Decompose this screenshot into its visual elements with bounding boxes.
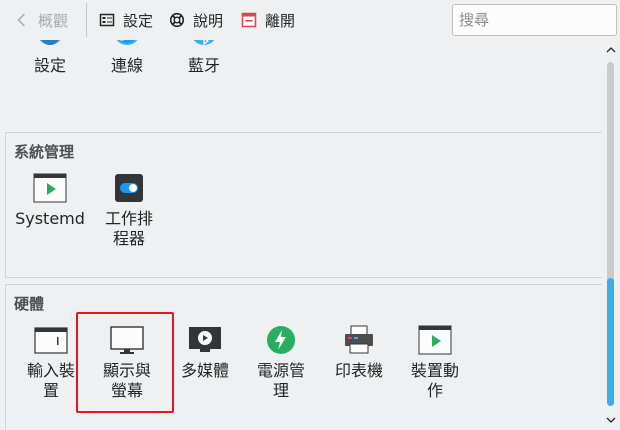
help-label: 說明	[193, 11, 224, 30]
device-actions-icon	[418, 325, 452, 355]
chevron-left-icon	[17, 13, 26, 27]
module-bluetooth[interactable]: 藍牙	[166, 40, 242, 76]
module-label-line1: 裝置動	[410, 361, 459, 380]
section-title: 系統管理	[14, 143, 75, 161]
module-multimedia[interactable]: 多媒體	[167, 325, 243, 381]
module-label-line2: 理	[272, 381, 289, 400]
section-title: 硬體	[14, 295, 45, 313]
printer-icon	[342, 325, 376, 355]
multimedia-icon	[188, 325, 222, 355]
back-button[interactable]: 概觀	[0, 0, 86, 40]
back-label: 概觀	[38, 11, 69, 30]
quit-button[interactable]: 離開	[235, 0, 301, 40]
module-label: Systemd	[15, 209, 85, 228]
systemd-window-icon	[33, 173, 67, 203]
configure-icon	[99, 13, 115, 27]
vertical-scrollbar[interactable]	[602, 40, 620, 430]
annotation-highlight-box	[76, 312, 174, 413]
help-lifebuoy-icon	[169, 12, 185, 28]
scrollbar-thumb[interactable]	[607, 278, 614, 406]
help-button[interactable]: 說明	[163, 0, 229, 40]
scroll-down-arrow-icon[interactable]	[606, 415, 616, 425]
module-printers[interactable]: 印表機	[321, 325, 397, 381]
module-task-scheduler[interactable]: 工作排 程器	[91, 173, 167, 249]
module-label: 連線	[110, 56, 143, 75]
input-devices-icon	[34, 325, 68, 355]
quit-label: 離開	[265, 11, 296, 30]
task-scheduler-toggle-icon	[112, 173, 146, 203]
module-connections[interactable]: 連線	[89, 40, 165, 76]
bluetooth-icon	[187, 40, 221, 50]
module-label-line1: 工作排	[104, 209, 153, 228]
module-systemd[interactable]: Systemd	[12, 173, 88, 229]
module-label-line1: 印表機	[334, 361, 383, 380]
power-management-icon	[264, 325, 298, 355]
search-input[interactable]	[452, 4, 617, 36]
network-globe-icon	[110, 40, 144, 50]
settings-button[interactable]: 設定	[93, 0, 159, 40]
settings-label: 設定	[123, 11, 154, 30]
module-label-line2: 程器	[112, 229, 145, 248]
module-label: 設定	[33, 56, 66, 75]
toolbar: 概觀 設定 說明 離開	[0, 0, 620, 40]
section-system-admin: 系統管理 Systemd 工作排 程器	[5, 132, 602, 278]
module-label-line2: 作	[426, 381, 443, 400]
module-label: 藍牙	[187, 56, 220, 75]
module-settings[interactable]: 設定	[12, 40, 88, 76]
scroll-up-arrow-icon[interactable]	[606, 45, 616, 55]
toolbar-separator	[86, 3, 87, 37]
module-power-management[interactable]: 電源管 理	[243, 325, 319, 401]
module-label-line1: 電源管	[256, 361, 305, 380]
settings-globe-icon	[33, 40, 67, 50]
module-device-actions[interactable]: 裝置動 作	[397, 325, 473, 401]
module-label-line1: 多媒體	[180, 361, 229, 380]
quit-icon	[241, 12, 257, 28]
